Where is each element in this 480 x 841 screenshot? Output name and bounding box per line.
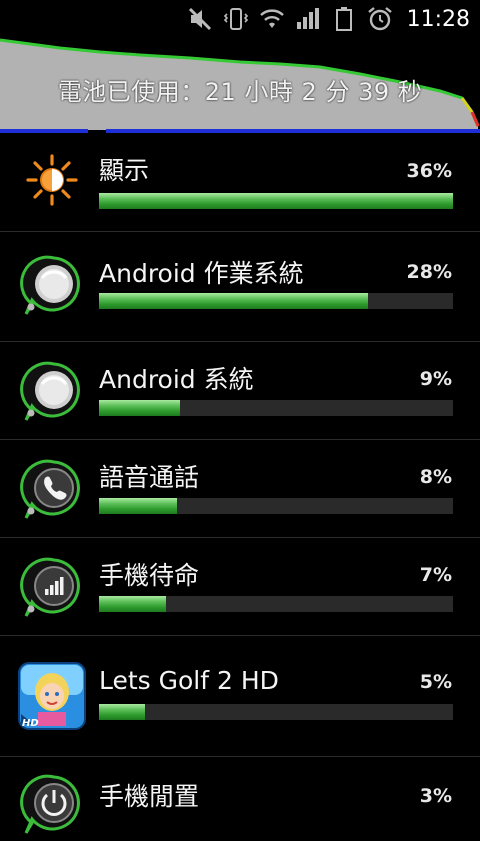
usage-percent: 5% (419, 671, 452, 693)
charging-indicator-line (0, 129, 480, 133)
usage-bar (99, 498, 453, 514)
usage-bar-fill (99, 193, 453, 209)
usage-row-android-os[interactable]: Android 作業系統 28% (0, 232, 480, 342)
power-idle-icon (20, 773, 84, 837)
usage-label: 顯示 (99, 156, 150, 185)
usage-label: Android 系統 (99, 365, 254, 394)
usage-bar (99, 596, 453, 612)
usage-row-lets-golf[interactable]: HD Lets Golf 2 HD 5% (0, 636, 480, 757)
usage-bar-fill (99, 596, 167, 612)
usage-percent: 3% (419, 785, 452, 807)
android-system-icon (20, 360, 84, 424)
usage-bar (99, 293, 453, 309)
vibrate-icon (223, 6, 249, 32)
battery-usage-duration: 電池已使用：21 小時 2 分 39 秒 (57, 78, 423, 106)
status-icons: 11:28 (187, 0, 470, 38)
usage-percent: 7% (419, 564, 452, 586)
battery-history-graph[interactable]: 電池已使用：21 小時 2 分 39 秒 (0, 38, 480, 130)
phone-call-icon (20, 458, 84, 522)
usage-row-cell-standby[interactable]: 手機待命 7% (0, 538, 480, 636)
svg-text:HD: HD (22, 718, 39, 729)
usage-bar-fill (99, 704, 146, 720)
usage-bar-fill (99, 498, 177, 514)
usage-row-voice-call[interactable]: 語音通話 8% (0, 440, 480, 538)
usage-row-display[interactable]: 顯示 36% (0, 134, 480, 232)
usage-percent: 8% (419, 466, 452, 488)
usage-bar (99, 193, 453, 209)
usage-bar (99, 400, 453, 416)
usage-bar (99, 704, 453, 720)
alarm-icon (367, 6, 393, 32)
status-bar: 11:28 (0, 0, 480, 38)
mute-icon (187, 6, 213, 32)
usage-row-android-system[interactable]: Android 系統 9% (0, 342, 480, 440)
usage-percent: 28% (406, 261, 452, 283)
usage-percent: 36% (406, 160, 452, 182)
usage-label: 手機待命 (99, 561, 200, 590)
signal-icon (295, 6, 321, 32)
usage-label: Android 作業系統 (99, 259, 304, 288)
usage-bar-fill (99, 400, 181, 416)
usage-row-phone-idle[interactable]: 手機閒置 3% (0, 757, 480, 834)
status-time: 11:28 (406, 6, 470, 32)
usage-label: Lets Golf 2 HD (99, 666, 279, 695)
usage-percent: 9% (419, 368, 452, 390)
usage-label: 手機閒置 (99, 782, 200, 811)
battery-icon (331, 6, 357, 32)
display-sun-icon (20, 148, 84, 212)
wifi-icon (259, 6, 285, 32)
usage-bar-fill (99, 293, 369, 309)
usage-label: 語音通話 (99, 463, 200, 492)
lets-golf-app-icon: HD (18, 662, 86, 730)
battery-usage-list: 顯示 36% Android 作業系統 28% Android 系統 9% 語音… (0, 134, 480, 834)
android-os-icon (20, 254, 84, 318)
cell-standby-icon (20, 556, 84, 620)
